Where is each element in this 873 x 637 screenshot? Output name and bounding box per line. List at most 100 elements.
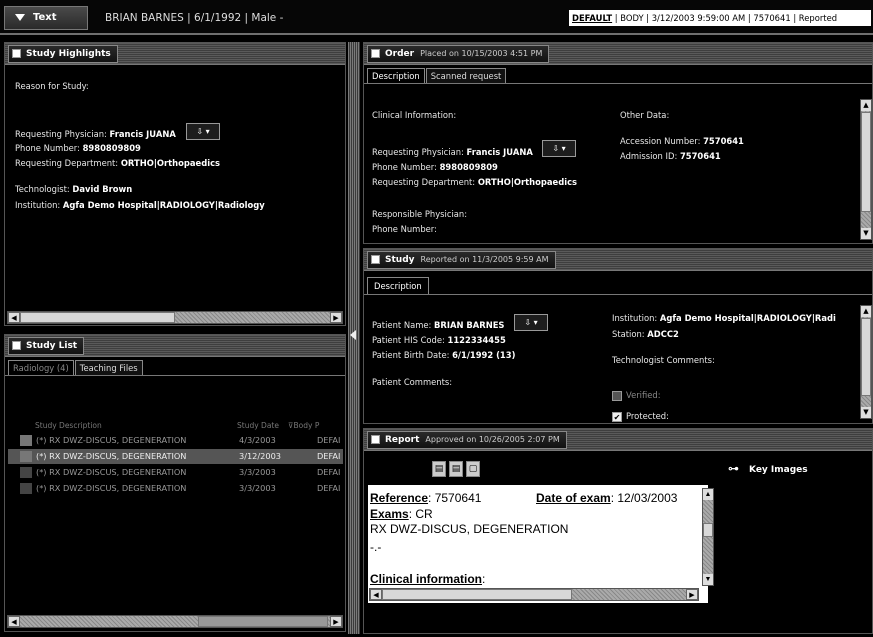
physician-actions-dropdown[interactable]: ⇩ ▾ [542,140,576,157]
study-status-icon [20,451,32,462]
birth-date-line: Patient Birth Date: 6/1/1992 (13) [372,350,516,360]
order-tabs: Description Scanned request [364,65,872,84]
key-images[interactable]: ⊶ Key Images [728,462,808,475]
physician-actions-dropdown[interactable]: ⇩ ▾ [186,123,220,140]
study-tab[interactable]: Study Reported on 11/3/2005 9:59 AM [367,250,556,269]
order-title: Order [385,48,415,59]
table-row[interactable]: (*) RX DWZ-DISCUS, DEGENERATION 3/3/2003 D… [8,465,343,480]
study-list-hscroll[interactable]: ◀ ▶ [7,615,343,628]
scroll-thumb[interactable] [861,112,871,212]
tech-comments-label: Technologist Comments: [612,355,715,365]
study-info-bar: DEFAULT | BODY | 3/12/2003 9:59:00 AM | … [569,10,871,26]
scroll-left-arrow[interactable]: ◀ [8,616,20,627]
triangle-down-icon [15,13,25,21]
tab-description[interactable]: Description [367,277,429,294]
study-title: Study [385,254,415,265]
study-status-icon [20,483,32,494]
report-hscroll[interactable]: ◀ ▶ [369,588,699,601]
scroll-right-arrow[interactable]: ▶ [686,589,698,600]
scroll-thumb[interactable] [703,523,713,537]
study-list-tab[interactable]: Study List [8,336,85,355]
study-highlights-panel: Study Highlights Reason for Study: Reque… [4,42,346,326]
panel-toggle-icon[interactable] [371,255,380,264]
report-subtitle: Approved on 10/26/2005 2:07 PM [425,435,560,444]
text-button-label: Text [33,12,57,23]
tab-teaching-files[interactable]: Teaching Files [74,360,143,375]
his-code-line: Patient HIS Code: 1122334455 [372,335,506,345]
highlights-hscroll[interactable]: ◀ ▶ [7,311,343,324]
order-req-phys-line: Requesting Physician: Francis JUANA [372,147,533,157]
checkbox-icon[interactable] [612,390,622,401]
study-list-panel: Study List Radiology (4) Teaching Files … [4,334,346,632]
col-study-description[interactable]: Study Description [35,421,102,430]
patient-comments-label: Patient Comments: [372,377,453,387]
report-title: Report [385,434,420,445]
study-subtitle: Reported on 11/3/2005 9:59 AM [420,255,549,264]
verified-checkbox[interactable]: Verified: [612,390,661,401]
phone-line: Phone Number: 8980809809 [15,143,141,153]
scroll-thumb[interactable] [20,312,175,323]
report-toolbar: ▤ ▤ ▢ [432,461,480,477]
report-header: Report Approved on 10/26/2005 2:07 PM [364,429,872,451]
study-highlights-header: Study Highlights [5,43,345,65]
patient-header: BRIAN BARNES | 6/1/1992 | Male - [105,12,284,24]
study-header: Study Reported on 11/3/2005 9:59 AM [364,249,872,271]
report-vscroll[interactable]: ▲ ▼ [702,488,714,586]
checkbox-checked-icon[interactable]: ✔ [612,411,622,422]
scroll-down-arrow[interactable]: ▼ [861,407,871,418]
collapse-left-icon[interactable] [350,330,356,340]
col-study-date[interactable]: Study Date [237,421,279,430]
document-icon[interactable]: ▤ [449,461,463,477]
tab-radiology[interactable]: Radiology (4) [8,360,74,375]
reference-line: Reference: 7570641 [370,491,482,505]
scroll-left-arrow[interactable]: ◀ [8,312,20,323]
date-of-exam-line: Date of exam: 12/03/2003 [536,491,678,505]
table-row[interactable]: (*) RX DWZ-DISCUS, DEGENERATION 3/3/2003 D… [8,481,343,496]
text-menu-button[interactable]: Text [4,6,88,30]
scroll-thumb[interactable] [382,589,572,600]
scroll-thumb[interactable] [861,318,871,396]
document-icon[interactable]: ▤ [432,461,446,477]
clinical-info-label: Clinical Information: [372,110,457,120]
panel-toggle-icon[interactable] [12,49,21,58]
patient-actions-dropdown[interactable]: ⇩ ▾ [514,314,548,331]
study-vscroll[interactable]: ▲ ▼ [860,305,872,419]
tab-description[interactable]: Description [367,68,425,83]
study-institution-line: Institution: Agfa Demo Hospital|RADIOLOG… [612,313,836,323]
scroll-up-arrow[interactable]: ▲ [703,489,713,500]
study-info-text: | BODY | 3/12/2003 9:59:00 AM | 7570641 … [612,13,838,23]
exam-description: RX DWZ-DISCUS, DEGENERATION [370,522,569,536]
report-text-area[interactable]: Reference: 7570641 Date of exam: 12/03/2… [368,485,714,603]
scroll-up-arrow[interactable]: ▲ [861,100,871,111]
scroll-right-arrow[interactable]: ▶ [330,312,342,323]
scroll-thumb[interactable] [198,616,328,627]
other-data-label: Other Data: [620,110,670,120]
report-tab[interactable]: Report Approved on 10/26/2005 2:07 PM [367,430,567,449]
table-row[interactable]: (*) RX DWZ-DISCUS, DEGENERATION 3/12/2003… [8,449,343,464]
study-panel: Study Reported on 11/3/2005 9:59 AM Descr… [363,248,873,424]
table-row[interactable]: (*) RX DWZ-DISCUS, DEGENERATION 4/3/2003 D… [8,433,343,448]
panel-toggle-icon[interactable] [371,435,380,444]
order-dept-line: Requesting Department: ORTHO|Orthopaedic… [372,177,578,187]
protected-checkbox[interactable]: ✔ Protected: [612,411,669,422]
study-highlights-title: Study Highlights [26,48,111,59]
order-tab[interactable]: Order Placed on 10/15/2003 4:51 PM [367,44,550,63]
scroll-up-arrow[interactable]: ▲ [861,306,871,317]
scroll-down-arrow[interactable]: ▼ [703,574,713,585]
scroll-right-arrow[interactable]: ▶ [330,616,342,627]
patient-name-line: Patient Name: BRIAN BARNES [372,320,505,330]
study-highlights-tab[interactable]: Study Highlights [8,44,118,63]
scroll-down-arrow[interactable]: ▼ [861,228,871,239]
exams-line: Exams: CR [370,507,433,521]
order-vscroll[interactable]: ▲ ▼ [860,99,872,240]
panel-toggle-icon[interactable] [371,49,380,58]
panel-toggle-icon[interactable] [12,341,21,350]
col-body-part[interactable]: ⊽Body P [288,421,319,430]
tab-scanned-request[interactable]: Scanned request [425,68,507,83]
scroll-left-arrow[interactable]: ◀ [370,589,382,600]
document-icon[interactable]: ▢ [466,461,480,477]
institution-line: Institution: Agfa Demo Hospital|RADIOLOG… [15,200,265,210]
splitter[interactable] [348,42,360,634]
dept-line: Requesting Department: ORTHO|Orthopaedic… [15,158,221,168]
report-panel: Report Approved on 10/26/2005 2:07 PM ▤ ▤… [363,428,873,634]
